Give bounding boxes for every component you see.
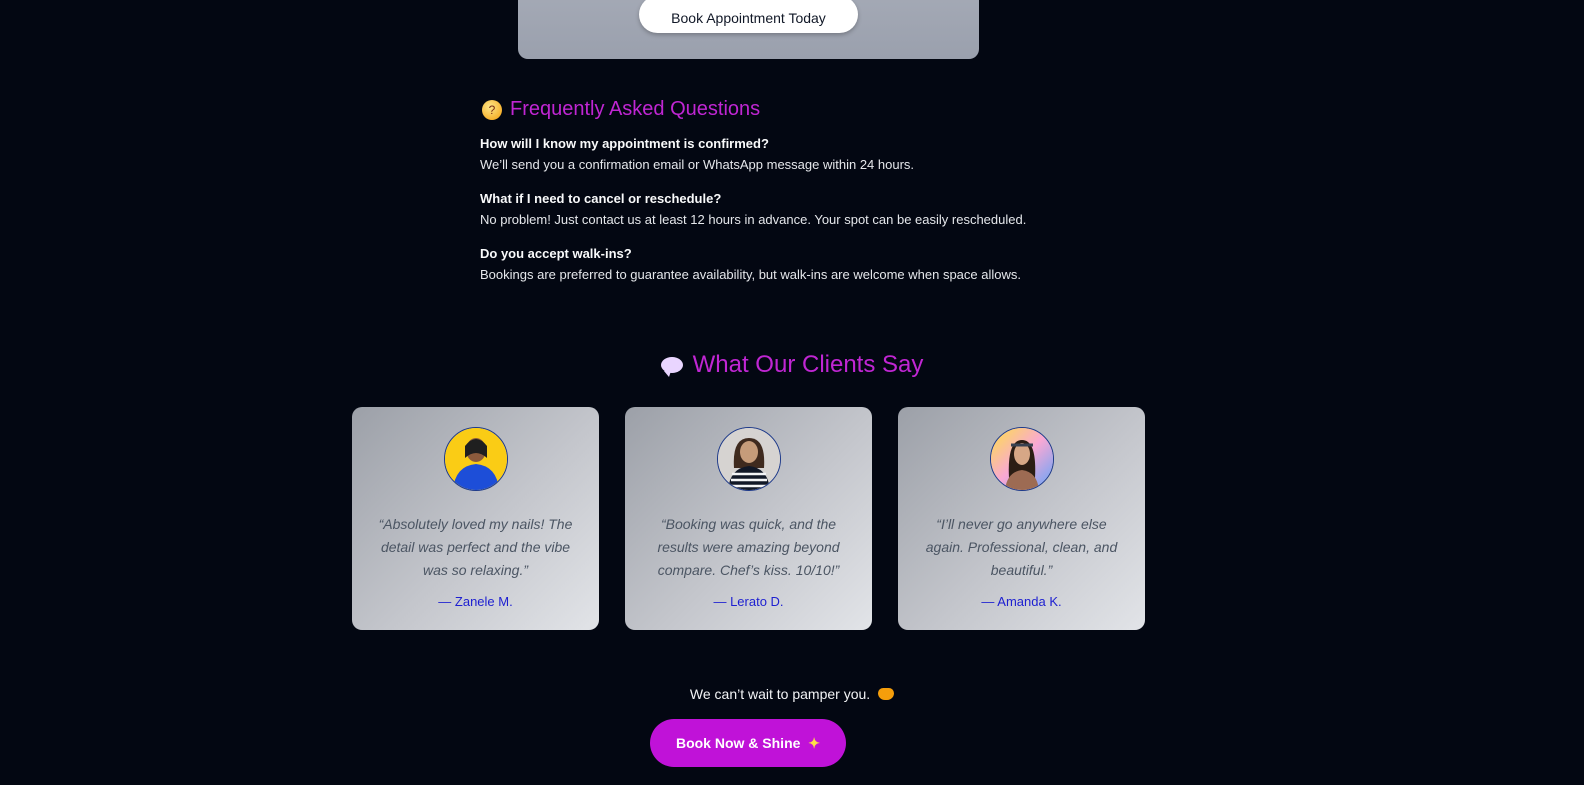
faq-answer: No problem! Just contact us at least 12 … [480, 212, 1027, 227]
testimonial-author: — Lerato D. [713, 594, 784, 609]
testimonials-heading: What Our Clients Say [0, 351, 1584, 379]
faq-answer: We’ll send you a confirmation email or W… [480, 157, 915, 172]
testimonial-author: — Amanda K. [981, 594, 1062, 609]
faq-question: What if I need to cancel or reschedule? [480, 191, 722, 206]
avatar [989, 427, 1054, 491]
testimonial-quote: “I’ll never go anywhere else again. Prof… [925, 516, 1118, 578]
book-now-button[interactable]: Book Now & Shine ✦ [650, 719, 846, 767]
page: Book Appointment Today ? Frequently Aske… [0, 0, 1584, 785]
faq-question: How will I know my appointment is confir… [480, 136, 769, 151]
avatar [716, 427, 781, 491]
testimonial-card: “I’ll never go anywhere else again. Prof… [898, 407, 1145, 630]
cta-tagline: We can’t wait to pamper you. [0, 686, 1584, 702]
testimonial-card: “Absolutely loved my nails! The detail w… [352, 407, 599, 630]
book-appointment-button[interactable]: Book Appointment Today [639, 0, 858, 33]
faq-item: How will I know my appointment is confir… [480, 133, 1040, 175]
speech-bubble-icon [660, 357, 683, 377]
book-now-label: Book Now & Shine [675, 734, 801, 751]
testimonial-quote: “Booking was quick, and the results were… [657, 516, 840, 578]
faq-answer: Bookings are preferred to guarantee avai… [480, 267, 1021, 282]
faq-question: Do you accept walk-ins? [480, 246, 632, 261]
heart-hands-icon [878, 688, 895, 700]
faq-item: What if I need to cancel or reschedule? … [480, 188, 1040, 230]
cta-tagline-text: We can’t wait to pamper you. [689, 686, 871, 702]
faq-heading: ? Frequently Asked Questions [482, 98, 1040, 121]
faq-section: ? Frequently Asked Questions How will I … [480, 98, 1040, 298]
testimonials-heading-text: What Our Clients Say [692, 351, 924, 378]
avatar [443, 427, 508, 491]
sparkles-icon: ✦ [808, 734, 821, 751]
testimonial-quote: “Absolutely loved my nails! The detail w… [378, 516, 573, 578]
faq-item: Do you accept walk-ins? Bookings are pre… [480, 243, 1040, 285]
testimonial-cards: “Absolutely loved my nails! The detail w… [352, 407, 1145, 630]
faq-heading-text: Frequently Asked Questions [510, 98, 761, 120]
thinking-face-icon: ? [482, 99, 502, 120]
testimonial-card: “Booking was quick, and the results were… [625, 407, 872, 630]
testimonial-author: — Zanele M. [438, 594, 513, 609]
